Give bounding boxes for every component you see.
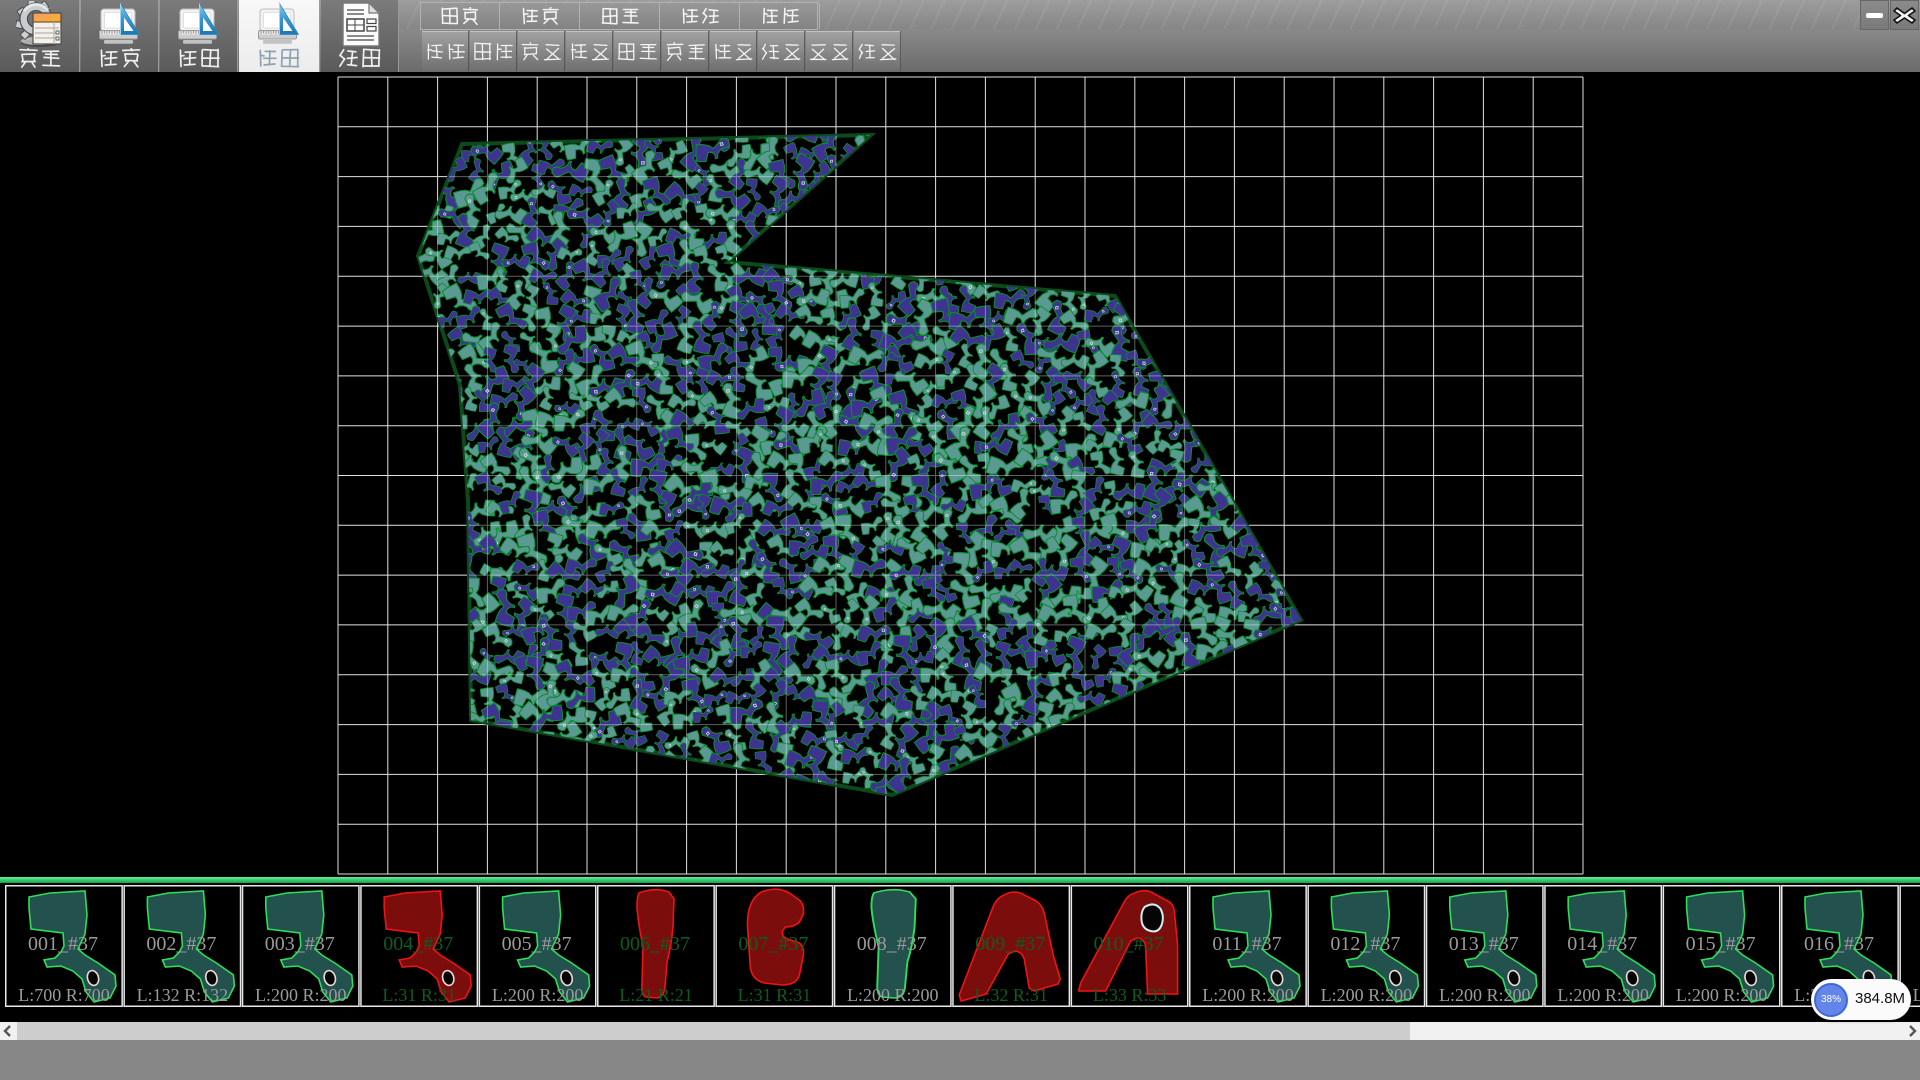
svg-text:006_#37: 006_#37 xyxy=(620,933,690,955)
svg-text:L:200 R:200: L:200 R:200 xyxy=(1439,985,1531,1005)
svg-text:013_#37: 013_#37 xyxy=(1449,933,1519,955)
svg-text:L:200 R:200: L:200 R:200 xyxy=(1557,985,1649,1005)
svg-text:004_#37: 004_#37 xyxy=(383,933,453,955)
svg-text:L:200 R:200: L:200 R:200 xyxy=(847,985,939,1005)
svg-text:L:200 R:200: L:200 R:200 xyxy=(1913,985,1920,1005)
svg-text:L:21 R:21: L:21 R:21 xyxy=(619,985,693,1005)
svg-text:L:700 R:700: L:700 R:700 xyxy=(18,985,110,1005)
svg-text:L:33 R:33: L:33 R:33 xyxy=(1093,985,1167,1005)
svg-text:L:31 R:31: L:31 R:31 xyxy=(382,985,456,1005)
svg-text:010_#37: 010_#37 xyxy=(1094,933,1164,955)
svg-text:016_#37: 016_#37 xyxy=(1804,933,1874,955)
svg-text:001_#37: 001_#37 xyxy=(28,933,98,955)
svg-text:L:32 R:31: L:32 R:31 xyxy=(974,985,1048,1005)
svg-text:009_#37: 009_#37 xyxy=(975,933,1045,955)
svg-text:012_#37: 012_#37 xyxy=(1330,933,1400,955)
svg-text:L:200 R:200: L:200 R:200 xyxy=(1676,985,1768,1005)
svg-text:008_#37: 008_#37 xyxy=(857,933,927,955)
svg-text:002_#37: 002_#37 xyxy=(146,933,216,955)
svg-text:007_#37: 007_#37 xyxy=(738,933,808,955)
svg-text:003_#37: 003_#37 xyxy=(265,933,335,955)
svg-text:005_#37: 005_#37 xyxy=(502,933,572,955)
svg-text:L:200 R:200: L:200 R:200 xyxy=(492,985,584,1005)
svg-text:014_#37: 014_#37 xyxy=(1567,933,1637,955)
svg-text:011_#37: 011_#37 xyxy=(1212,933,1281,955)
svg-text:L:31 R:31: L:31 R:31 xyxy=(738,985,812,1005)
svg-text:L:200 R:200: L:200 R:200 xyxy=(1202,985,1294,1005)
svg-text:L:200 R:200: L:200 R:200 xyxy=(255,985,347,1005)
svg-text:L:132 R:132: L:132 R:132 xyxy=(137,985,229,1005)
svg-text:L:200 R:200: L:200 R:200 xyxy=(1321,985,1413,1005)
svg-text:015_#37: 015_#37 xyxy=(1686,933,1756,955)
